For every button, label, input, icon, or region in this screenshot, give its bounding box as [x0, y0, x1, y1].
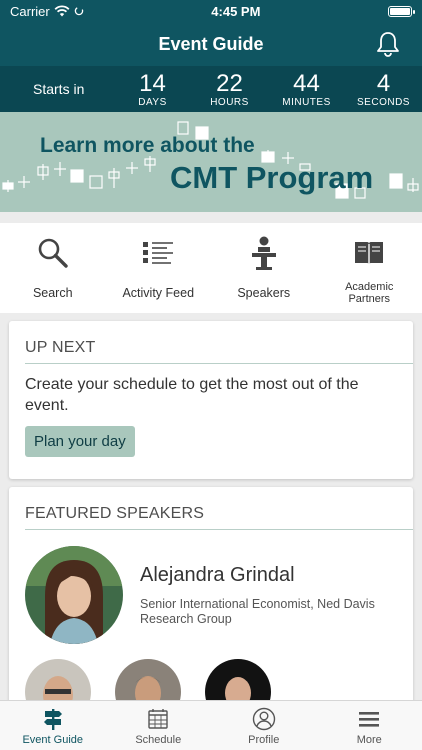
loading-spinner-icon — [74, 6, 83, 16]
banner-line1: Learn more about the — [40, 134, 255, 157]
countdown-minutes-unit: MINUTES — [282, 96, 331, 108]
countdown-hours-value: 22 — [216, 69, 243, 97]
quick-nav-activity-feed-label: Activity Feed — [122, 286, 195, 300]
menu-icon — [359, 712, 380, 727]
featured-speaker-main[interactable]: Alejandra Grindal Senior International E… — [9, 530, 413, 644]
carrier-label: Carrier — [10, 3, 50, 19]
countdown-days: 14 DAYS — [114, 69, 191, 108]
countdown-hours: 22 HOURS — [191, 69, 268, 108]
featured-speakers-card: FEATURED SPEAKERS Alejandra Grindal Seni… — [9, 487, 413, 725]
quick-nav-search-label: Search — [32, 286, 73, 300]
clock-time: 4:45 PM — [211, 3, 261, 19]
speaker-podium-icon — [251, 236, 276, 270]
countdown-bar: Starts in 14 DAYS 22 HOURS 44 MINUTES 4 … — [0, 66, 422, 112]
tab-profile[interactable]: Profile — [211, 701, 317, 750]
tab-event-guide-label: Event Guide — [22, 734, 84, 746]
status-bar: Carrier 4:45 PM — [0, 0, 422, 22]
quick-nav-activity-feed[interactable]: Activity Feed — [106, 223, 212, 313]
quick-nav-speakers[interactable]: Speakers — [211, 223, 317, 313]
countdown-minutes: 44 MINUTES — [268, 69, 345, 108]
tab-schedule-label: Schedule — [135, 734, 182, 746]
quick-nav-academic-partners-label: Academic Partners — [345, 281, 394, 305]
up-next-description: Create your schedule to get the most out… — [25, 376, 359, 414]
calendar-icon — [148, 709, 168, 729]
bell-icon[interactable] — [374, 30, 402, 58]
plan-your-day-button[interactable]: Plan your day — [25, 426, 135, 457]
countdown-seconds: 4 SECONDS — [345, 69, 422, 108]
wifi-icon — [54, 5, 70, 17]
up-next-title: UP NEXT — [25, 339, 96, 356]
speaker-title: Senior International Economist, Ned Davi… — [140, 596, 375, 626]
app-header: Event Guide — [0, 22, 422, 66]
tab-bar: Event Guide Schedule Profile More — [0, 700, 422, 750]
book-icon — [355, 242, 384, 265]
activity-feed-icon — [143, 242, 174, 264]
countdown-seconds-value: 4 — [376, 69, 391, 97]
tab-more-label: More — [356, 734, 382, 746]
up-next-card: UP NEXT Create your schedule to get the … — [9, 321, 413, 479]
quick-nav-search[interactable]: Search — [0, 223, 106, 313]
speaker-avatar — [25, 546, 123, 644]
countdown-label: Starts in — [33, 81, 85, 97]
quick-nav: Search Activity Feed Speakers Academic P… — [0, 223, 422, 313]
countdown-days-unit: DAYS — [138, 96, 167, 108]
quick-nav-speakers-label: Speakers — [237, 286, 291, 300]
search-icon — [38, 238, 68, 268]
banner-line2: CMT Program — [170, 160, 374, 195]
tab-event-guide[interactable]: Event Guide — [0, 701, 106, 750]
battery-icon — [388, 5, 415, 17]
featured-speakers-title: FEATURED SPEAKERS — [25, 505, 205, 522]
countdown-minutes-value: 44 — [293, 69, 320, 97]
cmt-program-banner[interactable]: Learn more about the CMT Program — [0, 112, 422, 212]
quick-nav-academic-partners[interactable]: Academic Partners — [317, 223, 422, 313]
top-bar: Carrier 4:45 PM Event Guide — [0, 0, 422, 66]
countdown-hours-unit: HOURS — [210, 96, 249, 108]
tab-schedule[interactable]: Schedule — [106, 701, 212, 750]
speaker-name: Alejandra Grindal — [140, 563, 295, 586]
page-title: Event Guide — [158, 33, 264, 54]
tab-profile-label: Profile — [248, 734, 280, 746]
user-icon — [252, 707, 275, 731]
countdown-seconds-unit: SECONDS — [357, 96, 410, 108]
tab-more[interactable]: More — [317, 701, 422, 750]
countdown-days-value: 14 — [139, 69, 166, 97]
signpost-icon — [43, 709, 62, 730]
